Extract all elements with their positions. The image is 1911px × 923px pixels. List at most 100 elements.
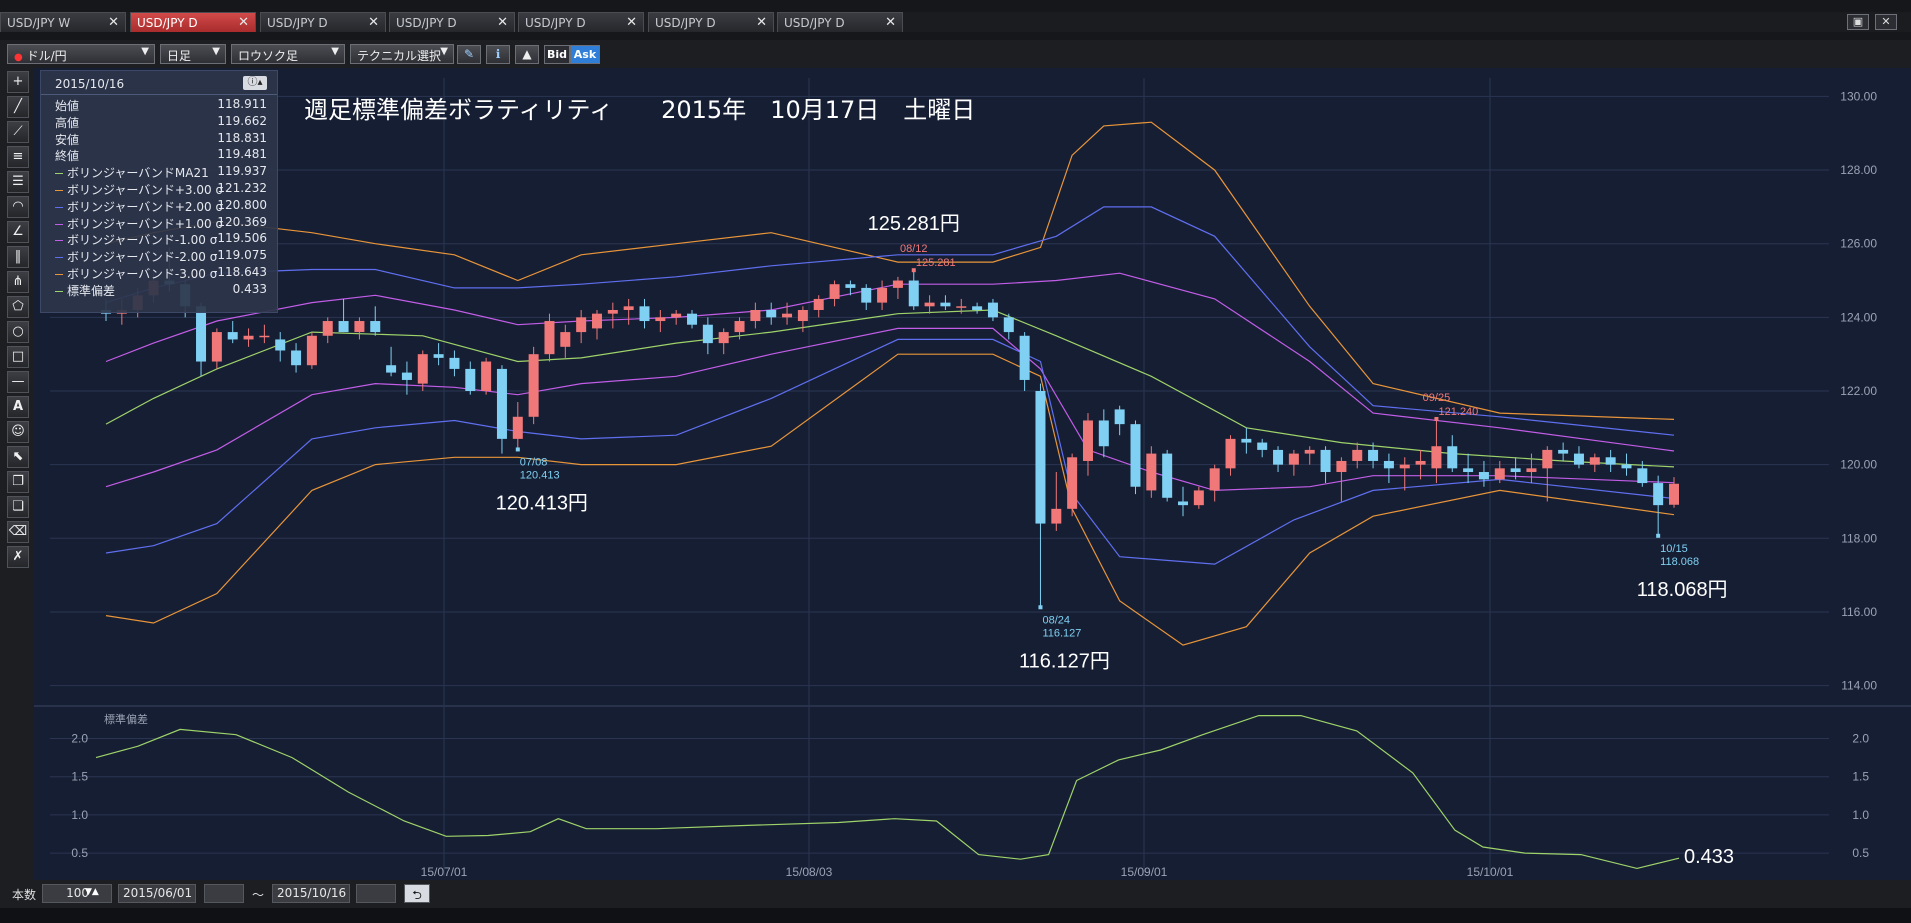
candle-body: [1669, 483, 1679, 505]
footer: [0, 908, 1911, 923]
ruler-icon[interactable]: ⟋: [7, 121, 29, 143]
info-row-label: 標準偏差: [67, 283, 116, 298]
technical-label: テクニカル選択: [357, 49, 442, 63]
to-time-field[interactable]: [356, 884, 396, 903]
info-row-label: ボリンジャーバンド-2.00 σ: [67, 250, 218, 265]
fan-icon[interactable]: ∠: [7, 221, 29, 243]
info-row-value: 119.506: [217, 231, 267, 246]
maximize-icon[interactable]: ▣: [1847, 14, 1869, 30]
to-date-field[interactable]: 2015/10/16: [272, 884, 350, 903]
horizontal-lines-icon[interactable]: ≡: [7, 146, 29, 168]
vertical-lines-icon[interactable]: ‖: [7, 246, 29, 268]
arc-icon[interactable]: ◠: [7, 196, 29, 218]
close-icon[interactable]: ✕: [238, 15, 249, 30]
candle-body: [924, 302, 935, 307]
close-icon[interactable]: ✕: [756, 15, 767, 30]
price-tick-label: 120.00: [1840, 458, 1877, 472]
text-icon[interactable]: A: [7, 396, 29, 418]
pitchfork-icon[interactable]: ⋔: [7, 271, 29, 293]
tab-usdjpy-d[interactable]: USD/JPY D ✕: [648, 12, 774, 32]
timeframe-select[interactable]: 日足 ▼: [160, 44, 226, 64]
circle-icon[interactable]: ○: [7, 321, 29, 343]
candle-body: [1463, 468, 1474, 473]
price-tick-label: 114.00: [1841, 679, 1877, 693]
close-icon[interactable]: ✕: [497, 15, 508, 30]
close-icon[interactable]: ✕: [885, 15, 896, 30]
stamp-icon[interactable]: ☺: [7, 421, 29, 443]
info-row-value: 119.662: [217, 113, 267, 128]
tab-usdjpy-d[interactable]: USD/JPY D ✕: [389, 12, 515, 32]
candle-body: [1415, 460, 1426, 465]
sd-tick-label-right: 1.0: [1852, 808, 1869, 822]
sd-tick-label-right: 1.5: [1852, 770, 1869, 784]
info-row-label: 高値: [55, 115, 80, 130]
candle-body: [702, 324, 713, 344]
candle-body: [813, 298, 824, 310]
line-icon[interactable]: —: [7, 371, 29, 393]
annotation-value: 125.281: [916, 257, 956, 269]
paste-icon[interactable]: ❏: [7, 496, 29, 518]
candle-body: [655, 317, 666, 322]
crosshair-icon[interactable]: +: [7, 71, 29, 93]
chart-style-label: ロウソク足: [238, 49, 299, 63]
area-chart-icon[interactable]: ▲: [515, 45, 539, 64]
tab-usdjpy-d-active[interactable]: USD/JPY D ✕: [130, 12, 256, 32]
erase-all-icon[interactable]: ✗: [7, 546, 29, 568]
candle-body: [1003, 317, 1014, 333]
info-row-value: 118.643: [217, 264, 267, 279]
info-row-label: ボリンジャーバンド-3.00 σ: [67, 266, 218, 281]
tab-usdjpy-d[interactable]: USD/JPY D ✕: [260, 12, 386, 32]
candle-body: [972, 306, 983, 310]
sd-tick-label-right: 2.0: [1852, 732, 1869, 746]
from-time-field[interactable]: [204, 884, 244, 903]
tab-label: USD/JPY D: [525, 16, 586, 30]
candle-body: [370, 321, 381, 333]
tab-usdjpy-d[interactable]: USD/JPY D ✕: [777, 12, 903, 32]
info-row-value: 120.800: [217, 197, 267, 212]
candle-body: [1019, 335, 1030, 380]
info-icon[interactable]: ℹ: [486, 45, 510, 64]
candle-body: [892, 280, 903, 288]
info-row-value: 119.075: [217, 248, 267, 263]
candle-body: [306, 335, 317, 366]
technical-select[interactable]: テクニカル選択 ▼: [350, 44, 454, 64]
from-date-field[interactable]: 2015/06/01: [118, 884, 196, 903]
tab-usdjpy-w[interactable]: USD/JPY W ✕: [0, 12, 126, 32]
tab-usdjpy-d[interactable]: USD/JPY D ✕: [518, 12, 644, 32]
sd-axis-label: 標準偏差: [104, 712, 148, 726]
ask-button[interactable]: Ask: [570, 45, 600, 64]
candle-body: [1447, 446, 1458, 469]
candle-body: [766, 309, 777, 318]
candle-body: [1146, 453, 1157, 491]
tab-label: USD/JPY D: [655, 16, 716, 30]
chart-style-select[interactable]: ロウソク足 ▼: [231, 44, 345, 64]
band-plus3-line: [105, 121, 1675, 420]
close-icon[interactable]: ✕: [368, 15, 379, 30]
chart-area[interactable]: 130.00 128.00 126.00 124.00 122.00 120.00 118.…: [34, 68, 1911, 880]
info-row: 高値 119.662: [41, 114, 277, 131]
stepper-arrows-icon[interactable]: ▼▲: [85, 887, 99, 897]
cursor-icon[interactable]: ⬉: [7, 446, 29, 468]
close-icon[interactable]: ✕: [108, 15, 119, 30]
trendline-icon[interactable]: ╱: [7, 96, 29, 118]
price-tick-label: 118.00: [1841, 531, 1877, 545]
fibonacci-icon[interactable]: ☰: [7, 171, 29, 193]
candle-body: [512, 416, 523, 439]
close-window-icon[interactable]: ✕: [1875, 14, 1897, 30]
copy-icon[interactable]: ❐: [7, 471, 29, 493]
price-chart[interactable]: 130.00 128.00 126.00 124.00 122.00 120.00 118.…: [34, 68, 1911, 880]
reload-icon[interactable]: ⮌: [404, 884, 430, 903]
bid-button[interactable]: Bid: [544, 45, 570, 64]
rectangle-icon[interactable]: □: [7, 346, 29, 368]
candle-body: [671, 313, 682, 318]
eraser-icon[interactable]: ⌫: [7, 521, 29, 543]
pentagon-icon[interactable]: ⬠: [7, 296, 29, 318]
pencil-icon[interactable]: ✎: [457, 45, 481, 64]
count-stepper[interactable]: 100: [42, 884, 112, 903]
info-toggle-icon[interactable]: ⓘ▴: [243, 76, 267, 90]
annotation-value: 118.068: [1660, 556, 1699, 568]
bottom-bar: 本数 100 ▼▲ 2015/06/01 ～ 2015/10/16 ⮌: [0, 880, 1911, 908]
date-tick-label: 15/07/01: [421, 865, 468, 879]
close-icon[interactable]: ✕: [626, 15, 637, 30]
symbol-select[interactable]: ● ドル/円 ▼: [7, 44, 155, 64]
